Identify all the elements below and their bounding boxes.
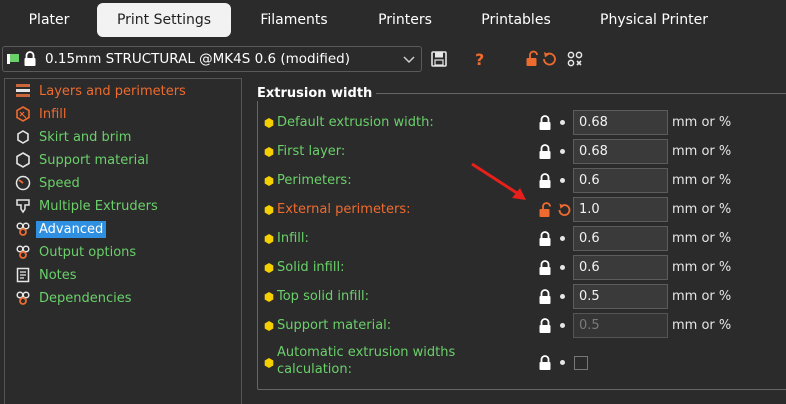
- tab-printables[interactable]: Printables: [468, 3, 564, 37]
- lock-icon[interactable]: [538, 144, 552, 160]
- option-label: Default extrusion width:: [277, 115, 434, 130]
- option-row: Support material: mm or %: [0, 313, 786, 339]
- preset-combobox[interactable]: 0.15mm STRUCTURAL @MK4S 0.6 (modified): [2, 46, 422, 72]
- hexagon-bullet-icon: [264, 321, 274, 331]
- lock-icon[interactable]: [538, 115, 552, 131]
- default-extrusion-width-input[interactable]: [573, 110, 668, 135]
- preset-name: 0.15mm STRUCTURAL @MK4S 0.6 (modified): [45, 51, 351, 67]
- chevron-down-icon: [403, 56, 415, 64]
- annotation-arrow-icon: [471, 162, 526, 200]
- option-label: Automatic extrusion widths calculation:: [277, 344, 455, 378]
- tab-print-settings[interactable]: Print Settings: [97, 3, 231, 37]
- lock-icon[interactable]: [538, 318, 552, 334]
- option-label: Support material:: [277, 318, 392, 333]
- tab-printers[interactable]: Printers: [364, 3, 446, 37]
- dot-icon: [560, 149, 565, 154]
- lock-icon[interactable]: [538, 289, 552, 305]
- preset-toolbar: 0.15mm STRUCTURAL @MK4S 0.6 (modified) ?: [0, 44, 786, 74]
- hexagon-bullet-icon: [264, 205, 274, 215]
- undo-icon[interactable]: [540, 50, 558, 68]
- save-icon[interactable]: [430, 50, 448, 68]
- help-icon[interactable]: ?: [471, 50, 489, 68]
- tab-plater[interactable]: Plater: [8, 3, 90, 37]
- hexagon-bullet-icon: [264, 234, 274, 244]
- dot-icon: [560, 360, 565, 365]
- external-perimeters-width-input[interactable]: [573, 197, 668, 222]
- option-row: Automatic extrusion widths calculation:: [0, 345, 786, 377]
- dot-icon: [560, 294, 565, 299]
- option-label: External perimeters:: [277, 202, 411, 217]
- unit-label: mm or %: [672, 202, 732, 217]
- option-label: Top solid infill:: [277, 289, 370, 304]
- hexagon-bullet-icon: [264, 147, 274, 157]
- hexagon-bullet-icon: [264, 118, 274, 128]
- option-label-line: calculation:: [277, 362, 352, 377]
- auto-extrusion-width-checkbox[interactable]: [574, 356, 588, 370]
- dot-icon: [560, 236, 565, 241]
- unit-label: mm or %: [672, 318, 732, 333]
- dot-icon: [560, 323, 565, 328]
- option-label: First layer:: [277, 144, 346, 159]
- option-label: Solid infill:: [277, 260, 345, 275]
- unit-label: mm or %: [672, 115, 732, 130]
- compare-presets-icon[interactable]: [566, 50, 584, 68]
- solid-infill-width-input[interactable]: [573, 255, 668, 280]
- lock-icon[interactable]: [538, 231, 552, 247]
- dot-icon: [560, 265, 565, 270]
- hexagon-bullet-icon: [264, 292, 274, 302]
- unlock-icon[interactable]: [538, 202, 554, 218]
- option-row: Default extrusion width: mm or %: [0, 110, 786, 136]
- unit-label: mm or %: [672, 173, 732, 188]
- tab-physical-printer[interactable]: Physical Printer: [590, 3, 718, 37]
- dot-icon: [560, 120, 565, 125]
- option-row: First layer: mm or %: [0, 139, 786, 165]
- top-solid-infill-width-input[interactable]: [573, 284, 668, 309]
- lock-icon[interactable]: [538, 355, 552, 371]
- unit-label: mm or %: [672, 144, 732, 159]
- system-flag-icon: [7, 54, 19, 64]
- hexagon-bullet-icon: [264, 176, 274, 186]
- unit-label: mm or %: [672, 260, 732, 275]
- option-label: Infill:: [277, 231, 309, 246]
- option-row: Infill: mm or %: [0, 226, 786, 252]
- svg-text:?: ?: [475, 50, 484, 68]
- tab-filaments[interactable]: Filaments: [244, 3, 344, 37]
- dot-icon: [560, 178, 565, 183]
- option-label-line: Automatic extrusion widths: [277, 345, 456, 360]
- undo-icon[interactable]: [556, 202, 572, 218]
- lock-icon[interactable]: [538, 260, 552, 276]
- option-row-modified: External perimeters: mm or %: [0, 197, 786, 223]
- option-label: Perimeters:: [277, 173, 352, 188]
- option-row: Solid infill: mm or %: [0, 255, 786, 281]
- unit-label: mm or %: [672, 289, 732, 304]
- nav-item-layers-and-perimeters[interactable]: Layers and perimeters: [14, 81, 189, 101]
- infill-width-input[interactable]: [573, 226, 668, 251]
- perimeters-width-input[interactable]: [573, 168, 668, 193]
- lock-icon: [24, 51, 36, 66]
- layers-icon: [14, 82, 32, 100]
- first-layer-width-input[interactable]: [573, 139, 668, 164]
- nav-label: Layers and perimeters: [39, 83, 186, 99]
- unit-label: mm or %: [672, 231, 732, 246]
- support-material-width-input: [573, 313, 668, 338]
- option-row: Top solid infill: mm or %: [0, 284, 786, 310]
- option-row: Perimeters: mm or %: [0, 168, 786, 194]
- main-tab-bar: Plater Print Settings Filaments Printers…: [0, 0, 786, 40]
- lock-icon[interactable]: [538, 173, 552, 189]
- hexagon-bullet-icon: [264, 263, 274, 273]
- section-title: Extrusion width: [257, 86, 377, 101]
- hexagon-bullet-icon: [264, 358, 274, 368]
